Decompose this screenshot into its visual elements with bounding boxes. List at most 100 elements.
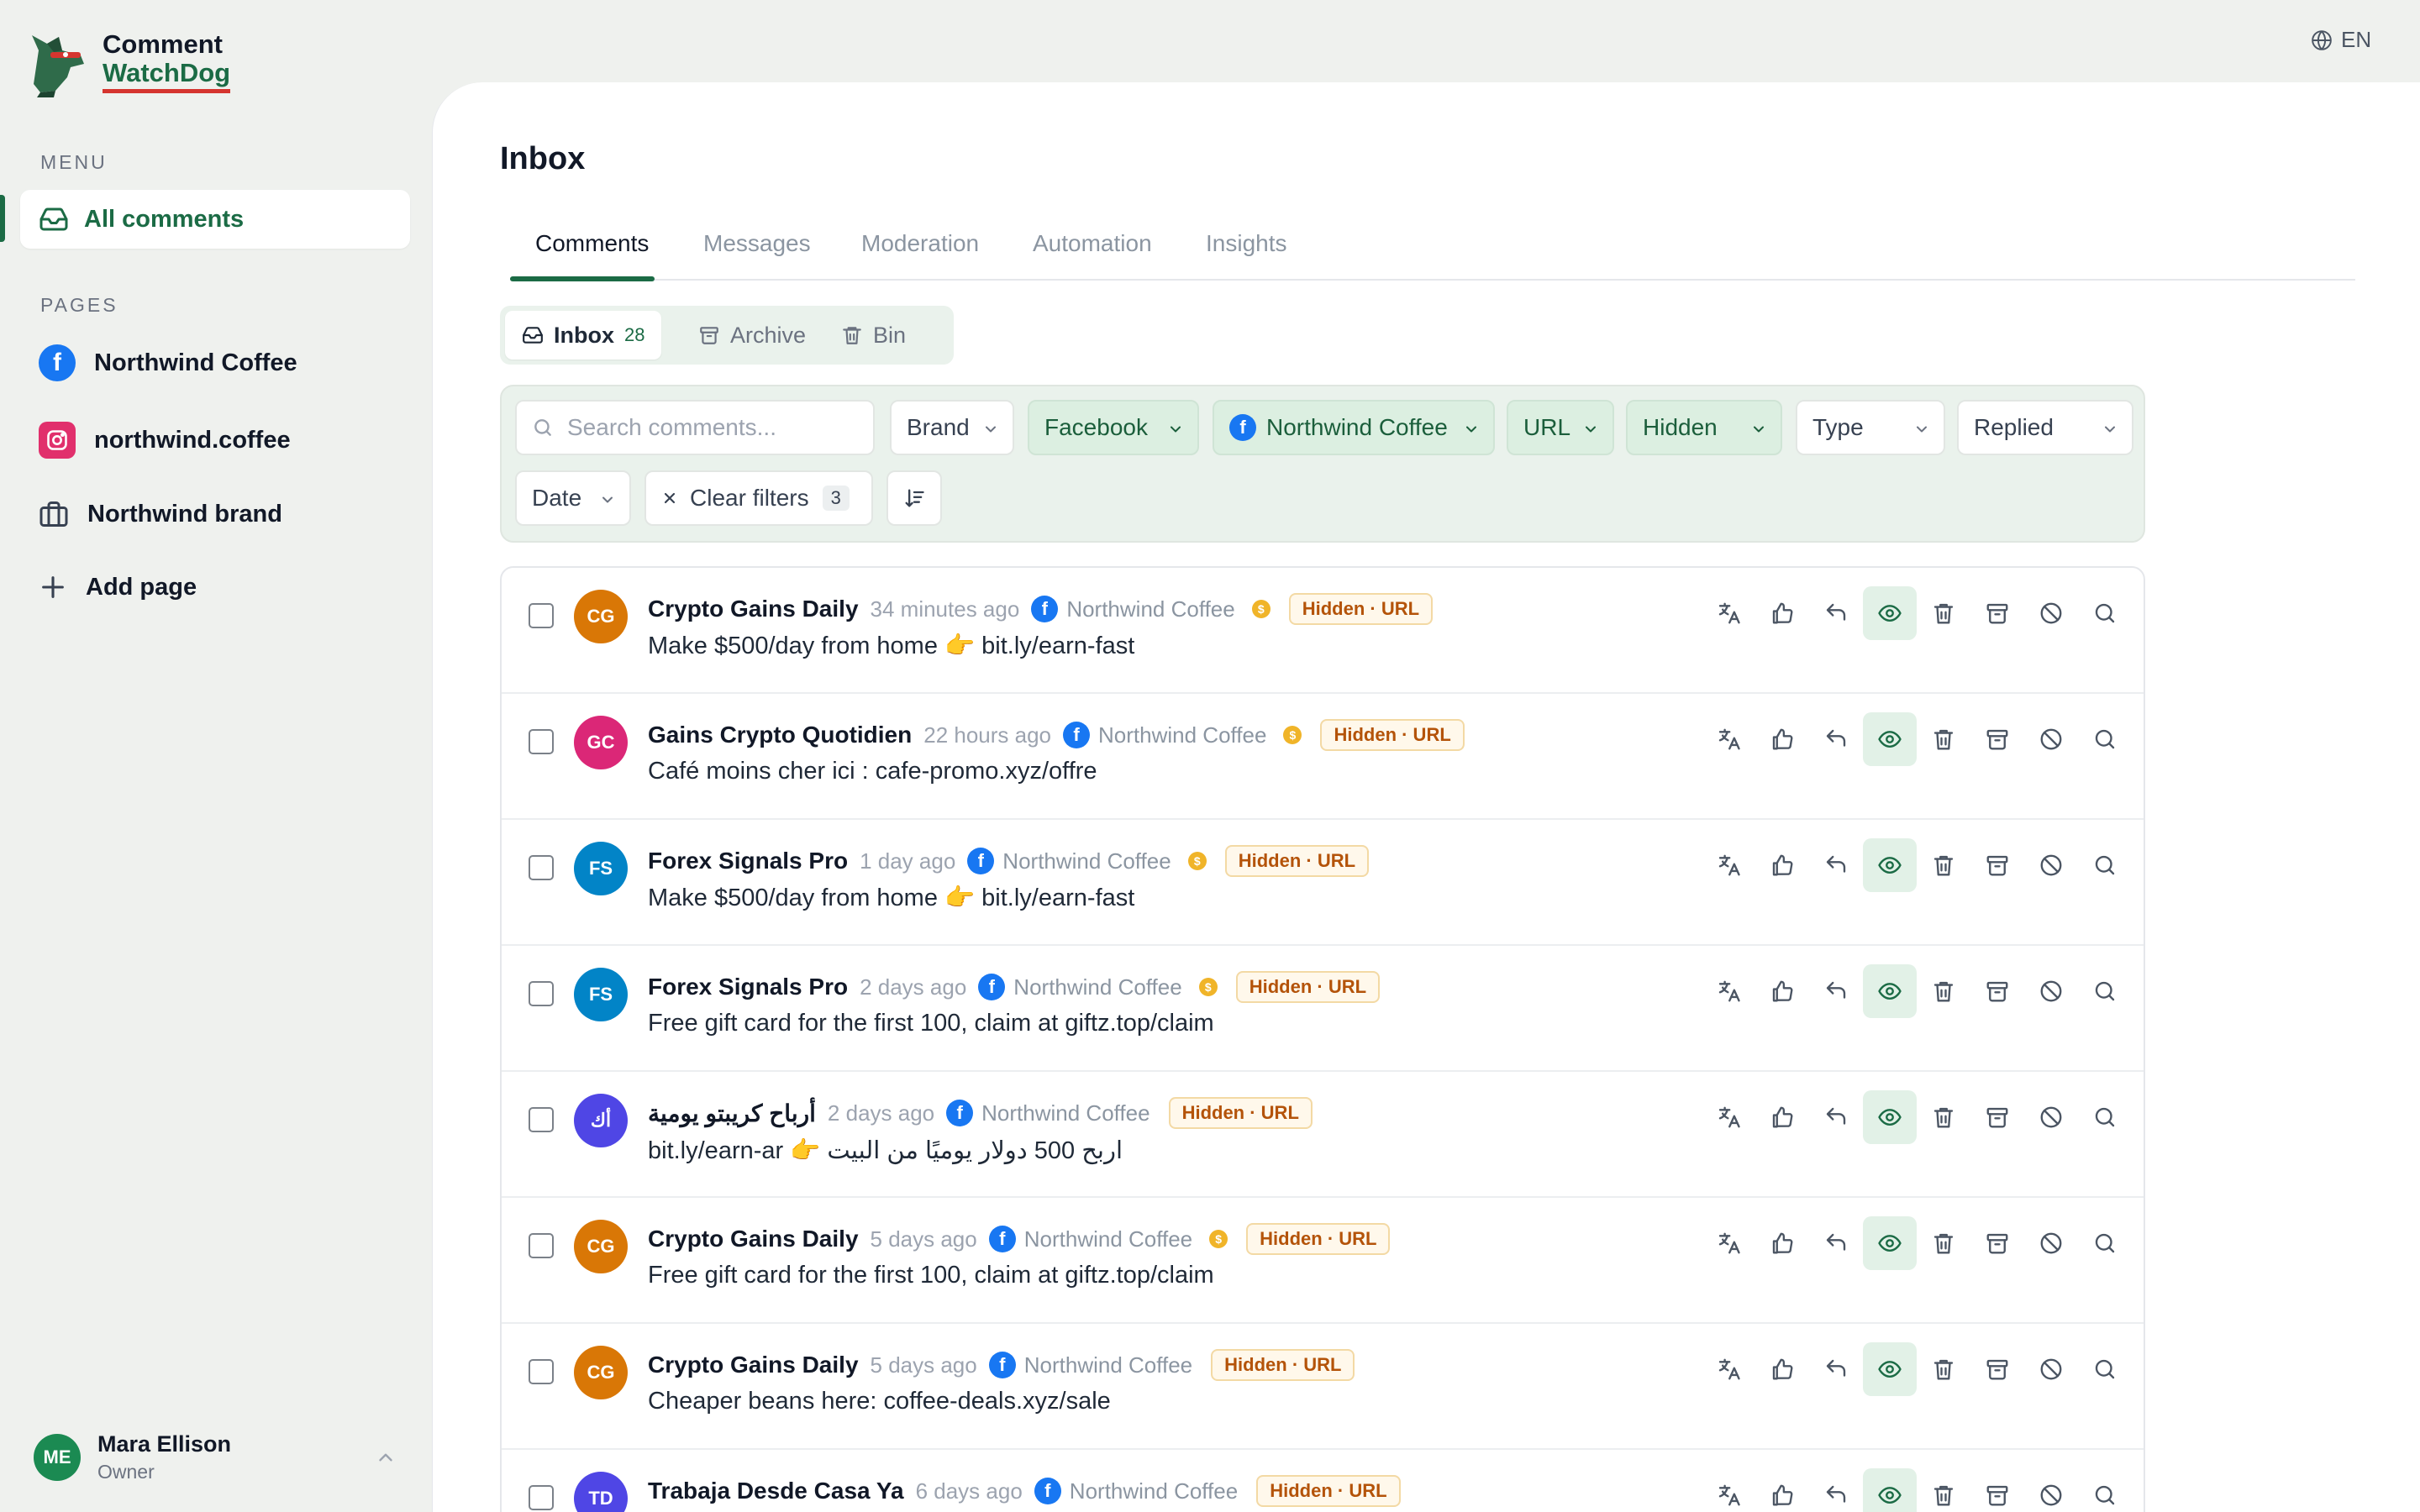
comment-row[interactable]: FS Forex Signals Pro 1 day ago f Northwi…	[502, 820, 2144, 946]
translate-action-button[interactable]	[1702, 838, 1755, 892]
comment-author[interactable]: Crypto Gains Daily	[648, 1352, 859, 1378]
ban-action-button[interactable]	[2024, 712, 2078, 766]
archive-action-button[interactable]	[1970, 586, 2024, 640]
comment-row[interactable]: CG Crypto Gains Daily 34 minutes ago f N…	[502, 568, 2144, 694]
search-action-button[interactable]	[2078, 712, 2132, 766]
search-action-button[interactable]	[2078, 964, 2132, 1018]
archive-action-button[interactable]	[1970, 1090, 2024, 1144]
reply-action-button[interactable]	[1809, 964, 1863, 1018]
ban-action-button[interactable]	[2024, 1216, 2078, 1270]
brand-filter[interactable]: Brand	[890, 400, 1014, 455]
add-page-button[interactable]: Add page	[39, 573, 197, 601]
comment-row[interactable]: CG Crypto Gains Daily 5 days ago f North…	[502, 1198, 2144, 1324]
trash-action-button[interactable]	[1917, 1468, 1970, 1512]
sidebar-page-northwind-brand[interactable]: Northwind brand	[39, 499, 282, 529]
like-action-button[interactable]	[1755, 1468, 1809, 1512]
reply-action-button[interactable]	[1809, 586, 1863, 640]
tab-messages[interactable]: Messages	[703, 230, 811, 257]
trash-action-button[interactable]	[1917, 964, 1970, 1018]
replied-filter[interactable]: Replied	[1957, 400, 2133, 455]
like-action-button[interactable]	[1755, 586, 1809, 640]
row-checkbox[interactable]	[529, 729, 554, 754]
reply-action-button[interactable]	[1809, 1216, 1863, 1270]
comment-author[interactable]: Trabaja Desde Casa Ya	[648, 1478, 904, 1504]
comment-author[interactable]: Crypto Gains Daily	[648, 1226, 859, 1252]
eye-action-button[interactable]	[1863, 1342, 1917, 1396]
trash-action-button[interactable]	[1917, 838, 1970, 892]
reply-action-button[interactable]	[1809, 712, 1863, 766]
translate-action-button[interactable]	[1702, 1216, 1755, 1270]
reply-action-button[interactable]	[1809, 838, 1863, 892]
comment-row[interactable]: GC Gains Crypto Quotidien 22 hours ago f…	[502, 694, 2144, 820]
like-action-button[interactable]	[1755, 838, 1809, 892]
trash-action-button[interactable]	[1917, 1342, 1970, 1396]
eye-action-button[interactable]	[1863, 1216, 1917, 1270]
sidebar-page-northwind-instagram[interactable]: northwind.coffee	[39, 422, 291, 459]
visibility-filter[interactable]: Hidden	[1626, 400, 1782, 455]
row-checkbox[interactable]	[529, 603, 554, 628]
trash-action-button[interactable]	[1917, 1090, 1970, 1144]
translate-action-button[interactable]	[1702, 1468, 1755, 1512]
platform-filter[interactable]: Facebook	[1028, 400, 1199, 455]
eye-action-button[interactable]	[1863, 712, 1917, 766]
row-checkbox[interactable]	[529, 1233, 554, 1258]
ban-action-button[interactable]	[2024, 1090, 2078, 1144]
url-filter[interactable]: URL	[1507, 400, 1614, 455]
eye-action-button[interactable]	[1863, 1090, 1917, 1144]
eye-action-button[interactable]	[1863, 1468, 1917, 1512]
tab-moderation[interactable]: Moderation	[861, 230, 979, 257]
ban-action-button[interactable]	[2024, 838, 2078, 892]
page-filter[interactable]: f Northwind Coffee	[1213, 400, 1495, 455]
translate-action-button[interactable]	[1702, 1342, 1755, 1396]
comment-row[interactable]: FS Forex Signals Pro 2 days ago f Northw…	[502, 946, 2144, 1072]
sidebar-item-all-comments[interactable]: All comments	[20, 190, 410, 249]
archive-action-button[interactable]	[1970, 1216, 2024, 1270]
type-filter[interactable]: Type	[1796, 400, 1945, 455]
like-action-button[interactable]	[1755, 1342, 1809, 1396]
translate-action-button[interactable]	[1702, 1090, 1755, 1144]
like-action-button[interactable]	[1755, 1216, 1809, 1270]
search-input[interactable]: Search comments...	[515, 400, 875, 455]
eye-action-button[interactable]	[1863, 964, 1917, 1018]
trash-action-button[interactable]	[1917, 586, 1970, 640]
language-switcher[interactable]: EN	[2311, 27, 2371, 53]
archive-action-button[interactable]	[1970, 838, 2024, 892]
row-checkbox[interactable]	[529, 1359, 554, 1384]
app-logo[interactable]: Comment WatchDog	[25, 25, 231, 97]
reply-action-button[interactable]	[1809, 1468, 1863, 1512]
like-action-button[interactable]	[1755, 964, 1809, 1018]
ban-action-button[interactable]	[2024, 1342, 2078, 1396]
search-action-button[interactable]	[2078, 838, 2132, 892]
archive-action-button[interactable]	[1970, 712, 2024, 766]
reply-action-button[interactable]	[1809, 1090, 1863, 1144]
comment-author[interactable]: Forex Signals Pro	[648, 848, 848, 874]
comment-author[interactable]: Gains Crypto Quotidien	[648, 722, 912, 748]
eye-action-button[interactable]	[1863, 838, 1917, 892]
trash-action-button[interactable]	[1917, 712, 1970, 766]
ban-action-button[interactable]	[2024, 586, 2078, 640]
translate-action-button[interactable]	[1702, 964, 1755, 1018]
sidebar-page-northwind-coffee[interactable]: f Northwind Coffee	[39, 344, 297, 381]
row-checkbox[interactable]	[529, 1485, 554, 1510]
comment-author[interactable]: أرباح كريبتو يومية	[648, 1100, 816, 1127]
like-action-button[interactable]	[1755, 1090, 1809, 1144]
translate-action-button[interactable]	[1702, 712, 1755, 766]
tab-comments[interactable]: Comments	[535, 230, 649, 257]
search-action-button[interactable]	[2078, 1090, 2132, 1144]
eye-action-button[interactable]	[1863, 586, 1917, 640]
ban-action-button[interactable]	[2024, 964, 2078, 1018]
archive-action-button[interactable]	[1970, 1342, 2024, 1396]
folder-archive[interactable]: Archive	[681, 311, 823, 360]
archive-action-button[interactable]	[1970, 964, 2024, 1018]
comment-row[interactable]: TD Trabaja Desde Casa Ya 6 days ago f No…	[502, 1450, 2144, 1512]
comment-row[interactable]: أك أرباح كريبتو يومية 2 days ago f North…	[502, 1072, 2144, 1198]
translate-action-button[interactable]	[1702, 586, 1755, 640]
sort-button[interactable]	[886, 470, 942, 526]
comment-author[interactable]: Crypto Gains Daily	[648, 596, 859, 622]
tab-insights[interactable]: Insights	[1206, 230, 1287, 257]
comment-row[interactable]: CG Crypto Gains Daily 5 days ago f North…	[502, 1324, 2144, 1450]
like-action-button[interactable]	[1755, 712, 1809, 766]
search-action-button[interactable]	[2078, 1468, 2132, 1512]
reply-action-button[interactable]	[1809, 1342, 1863, 1396]
ban-action-button[interactable]	[2024, 1468, 2078, 1512]
